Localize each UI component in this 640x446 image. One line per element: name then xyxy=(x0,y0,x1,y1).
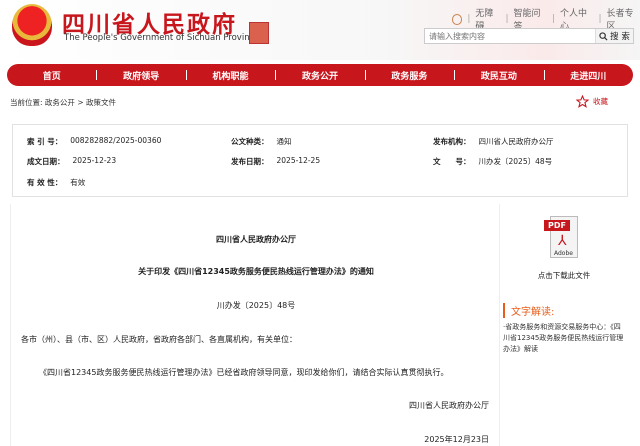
doc-body: 《四川省12345政务服务便民热线运行管理办法》已经省政府领导同意，现印发给你们… xyxy=(39,368,449,377)
meta-index: 索 引 号： 008282882/2025-00360 xyxy=(27,136,162,146)
breadcrumb: 当前位置: 政务公开 > 政策文件 xyxy=(10,98,116,107)
meta-type: 公文种类： 通知 xyxy=(231,137,292,146)
meta-validity: 有 效 性： 有效 xyxy=(27,178,86,187)
site-subtitle: The People's Government of Sichuan Provi… xyxy=(64,33,260,43)
meta-written-date: 成文日期： 2025-12-23 xyxy=(27,156,117,166)
star-icon xyxy=(576,95,589,108)
seal-logo xyxy=(249,22,269,44)
nav-about-sichuan[interactable]: 走进四川 xyxy=(543,69,633,82)
search-box: 搜 索 xyxy=(424,28,634,44)
pin-icon[interactable] xyxy=(452,13,463,25)
nav-interaction[interactable]: 政民互动 xyxy=(454,69,543,82)
nav-leaders[interactable]: 政府领导 xyxy=(96,69,185,82)
download-link[interactable]: 点击下载此文件 xyxy=(500,270,628,281)
nav-services[interactable]: 政务服务 xyxy=(364,69,454,82)
national-emblem-icon xyxy=(12,4,52,46)
doc-issuer: 四川省人民政府办公厅 xyxy=(216,235,296,244)
adobe-logo-icon: ⅄ xyxy=(558,233,567,249)
header: 四川省人民政府 The People's Government of Sichu… xyxy=(0,0,640,60)
document-metadata: 索 引 号： 008282882/2025-00360 公文种类： 通知 发布机构：… xyxy=(12,124,628,197)
doc-number: 川办发〔2025〕48号 xyxy=(216,301,296,310)
interpretation-heading: 文字解读: xyxy=(503,303,554,318)
favorite-button[interactable]: 收藏 xyxy=(576,95,608,108)
sidebar: PDF ⅄ Adobe 点击下载此文件 文字解读: ·省政务服务和资源交易服务中… xyxy=(500,204,628,446)
search-icon xyxy=(599,31,608,41)
document-content: 四川省人民政府办公厅 关于印发《四川省12345政务服务便民热线运行管理办法》的… xyxy=(10,204,500,446)
doc-addressee: 各市（州）、县（市、区）人民政府，省政府各部门、各直属机构，有关单位： xyxy=(21,335,297,344)
breadcrumb-open-government[interactable]: 政务公开 xyxy=(45,98,75,107)
breadcrumb-policy-docs[interactable]: 政策文件 xyxy=(86,98,116,107)
nav-agencies[interactable]: 机构职能 xyxy=(185,69,275,82)
search-input[interactable] xyxy=(425,29,595,43)
main-nav: 首页 政府领导 机构职能 政务公开 政务服务 政民互动 走进四川 xyxy=(7,64,633,86)
meta-org: 发布机构： 四川省人民政府办公厅 xyxy=(433,137,554,146)
nav-open-government[interactable]: 政务公开 xyxy=(275,69,364,82)
doc-signature: 四川省人民政府办公厅 xyxy=(409,401,489,410)
search-button[interactable]: 搜 索 xyxy=(595,29,633,43)
pdf-download-icon[interactable]: PDF ⅄ Adobe xyxy=(544,216,580,260)
doc-title: 关于印发《四川省12345政务服务便民热线运行管理办法》的通知 xyxy=(138,267,374,276)
meta-published-date: 发布日期： 2025-12-25 xyxy=(231,156,321,166)
interpretation-link[interactable]: ·省政务服务和资源交易服务中心：《四川省12345政务服务便民热线运行管理办法》… xyxy=(503,322,625,355)
meta-doc-number: 文 号： 川办发〔2025〕48号 xyxy=(433,157,553,166)
nav-home[interactable]: 首页 xyxy=(7,69,96,82)
doc-date: 2025年12月23日 xyxy=(424,435,489,444)
